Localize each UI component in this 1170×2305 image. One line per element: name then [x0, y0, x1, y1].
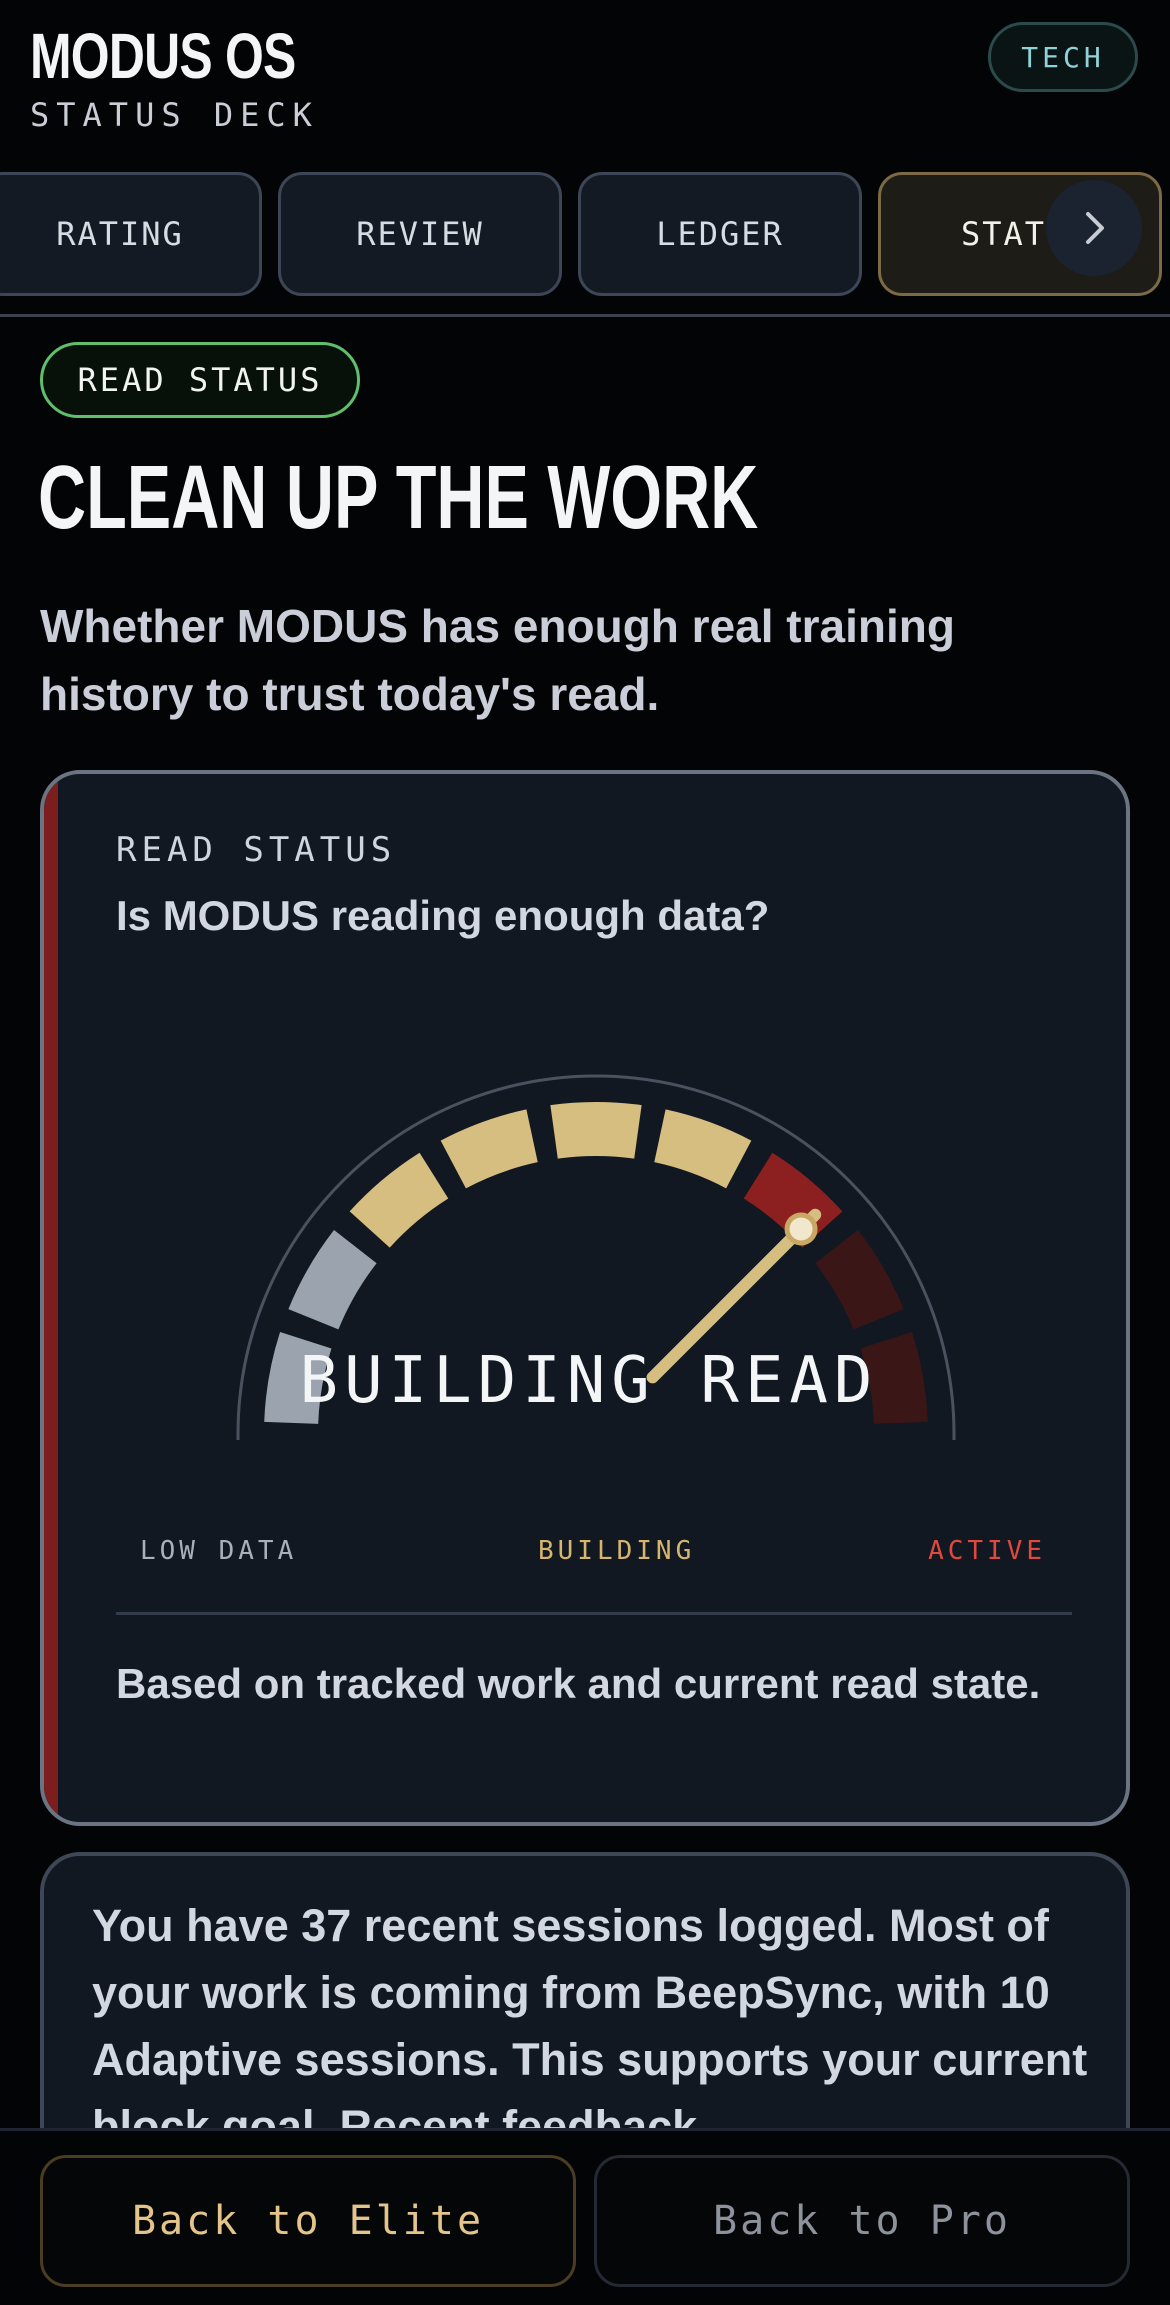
gauge-segment — [440, 1109, 538, 1189]
scale-label-building: BUILDING — [538, 1536, 696, 1566]
gauge-segment — [349, 1152, 449, 1248]
scale-label-active: ACTIVE — [928, 1536, 1046, 1566]
data-gauge — [236, 1074, 956, 1440]
tab-rating[interactable]: RATING — [0, 172, 262, 296]
gauge-segment — [550, 1102, 642, 1159]
back-to-pro-button[interactable]: Back to Pro — [594, 2155, 1130, 2287]
gauge-state-label: BUILDING READ — [299, 1344, 879, 1418]
app-brand: MODUS OS STATUS DECK — [30, 18, 370, 134]
app-subtitle: STATUS DECK — [30, 96, 319, 134]
bottom-action-bar: Back to Elite Back to Pro — [0, 2128, 1170, 2305]
back-to-elite-button[interactable]: Back to Elite — [40, 2155, 576, 2287]
header-divider — [0, 314, 1170, 317]
read-status-card: READ STATUS Is MODUS reading enough data… — [40, 770, 1130, 1826]
chevron-right-icon — [1086, 212, 1104, 244]
card-footnote: Based on tracked work and current read s… — [116, 1660, 1041, 1707]
page-title: CLEAN UP THE WORK — [38, 448, 759, 548]
gauge-segment — [815, 1230, 904, 1330]
tab-review[interactable]: REVIEW — [278, 172, 562, 296]
gauge-segment — [288, 1230, 377, 1330]
sessions-summary-text: You have 37 recent sessions logged. Most… — [92, 1900, 1088, 2152]
tab-bar: RATING REVIEW LEDGER STAT — [0, 170, 1170, 298]
tech-mode-pill[interactable]: TECH — [988, 22, 1138, 92]
tab-scroll-right-button[interactable] — [1046, 180, 1142, 276]
read-status-badge: READ STATUS — [40, 342, 360, 418]
gauge-segment — [654, 1109, 752, 1189]
app-title: MODUS OS — [30, 20, 296, 92]
scale-label-low: LOW DATA — [140, 1536, 298, 1566]
page-description: Whether MODUS has enough real training h… — [40, 600, 955, 720]
tab-ledger[interactable]: LEDGER — [578, 172, 862, 296]
gauge-needle-hub — [784, 1212, 818, 1246]
card-divider — [116, 1612, 1072, 1615]
